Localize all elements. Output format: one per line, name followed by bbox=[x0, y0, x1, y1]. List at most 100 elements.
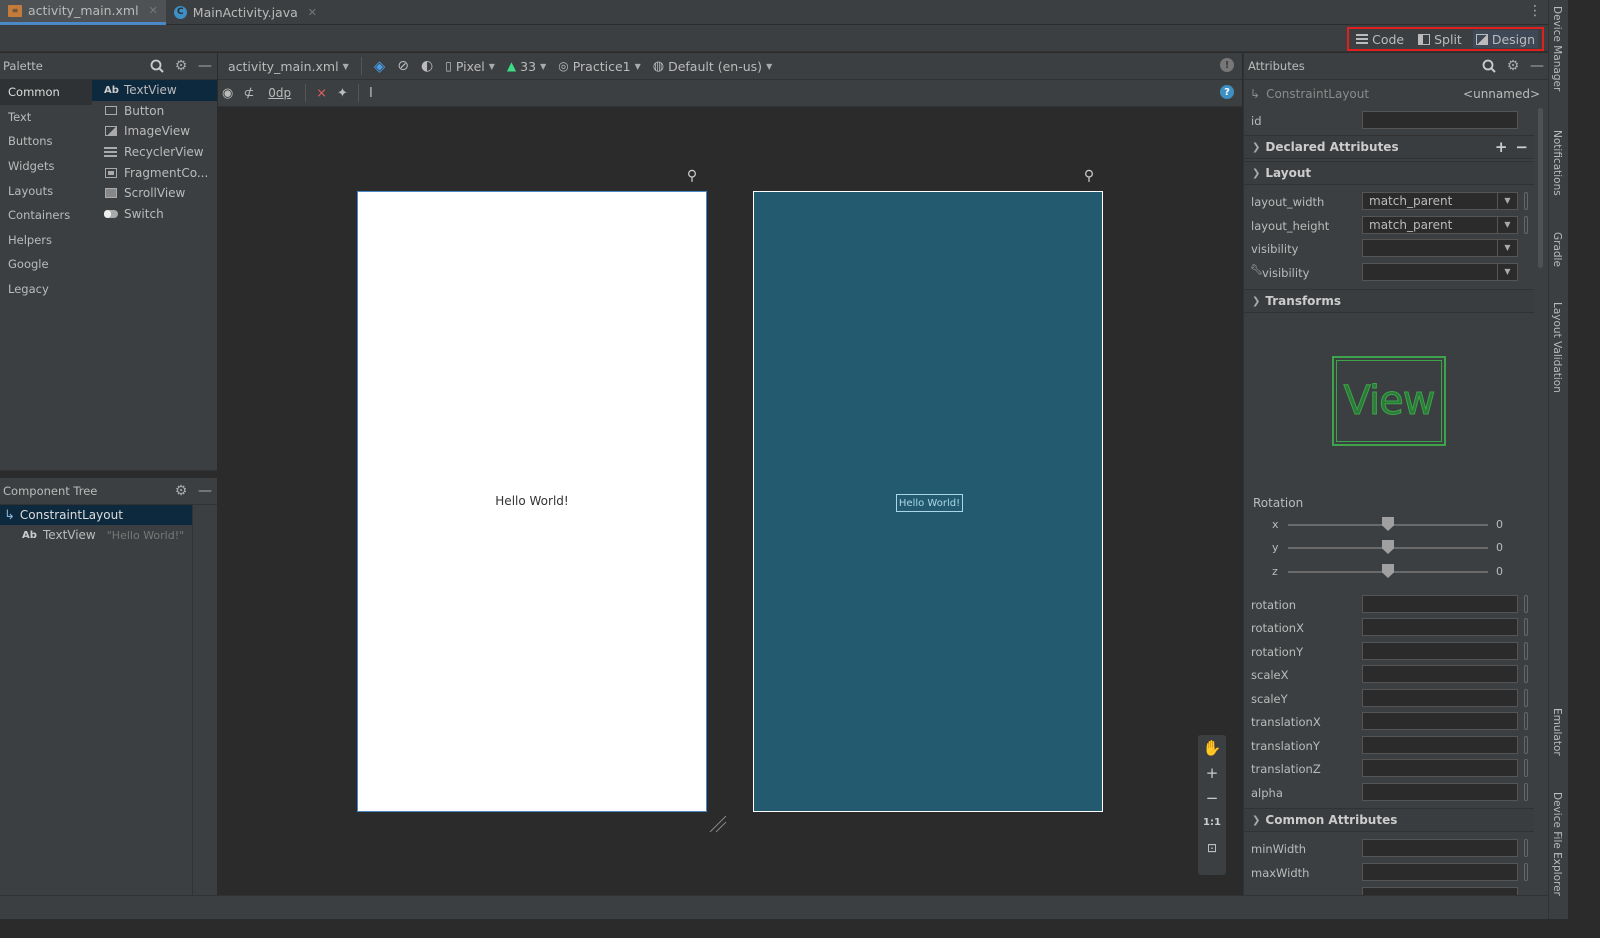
rotation-input[interactable] bbox=[1362, 595, 1518, 613]
layout-file-dropdown[interactable]: activity_main.xml ▼ bbox=[228, 59, 349, 74]
warning-icon[interactable]: ! bbox=[1220, 58, 1234, 72]
scalex-input[interactable] bbox=[1362, 665, 1518, 683]
palette-category-text[interactable]: Text bbox=[0, 105, 92, 130]
night-mode-icon[interactable]: ◐ bbox=[421, 58, 433, 74]
api-level-dropdown[interactable]: ▲ 33 ▼ bbox=[507, 59, 546, 74]
blueprint-preview-screen[interactable]: Hello World! bbox=[753, 191, 1103, 812]
zoom-in-icon[interactable]: + bbox=[1198, 760, 1226, 785]
remove-attribute-icon[interactable]: − bbox=[1515, 138, 1528, 156]
palette-category-widgets[interactable]: Widgets bbox=[0, 154, 92, 179]
layout-validation-tab[interactable]: Layout Validation bbox=[1551, 302, 1563, 393]
search-icon[interactable] bbox=[1477, 56, 1501, 76]
minimize-icon[interactable]: — bbox=[1525, 56, 1548, 76]
layout-width-select[interactable]: match_parent ▼ bbox=[1362, 192, 1518, 210]
device-file-explorer-tab[interactable]: Device File Explorer bbox=[1551, 792, 1563, 896]
palette-category-containers[interactable]: Containers bbox=[0, 203, 92, 228]
gear-icon[interactable]: ⚙ bbox=[169, 481, 193, 501]
palette-category-google[interactable]: Google bbox=[0, 252, 92, 277]
infer-constraints-icon[interactable]: ✦ bbox=[337, 86, 348, 101]
clear-constraints-icon[interactable]: ⨯ bbox=[316, 86, 327, 101]
rotation-y-slider[interactable] bbox=[1288, 540, 1488, 554]
palette-category-legacy[interactable]: Legacy bbox=[0, 277, 92, 302]
minimize-icon[interactable]: — bbox=[193, 481, 217, 501]
section-declared-attributes[interactable]: ❯ Declared Attributes + − bbox=[1244, 135, 1534, 159]
palette-item-scrollview[interactable]: ScrollView bbox=[92, 183, 217, 204]
slider-thumb[interactable] bbox=[1382, 540, 1394, 554]
resource-binding-icon[interactable] bbox=[1524, 689, 1528, 707]
tools-visibility-select[interactable]: ▼ bbox=[1362, 263, 1518, 281]
resource-binding-icon[interactable] bbox=[1524, 863, 1528, 881]
palette-item-switch[interactable]: Switch bbox=[92, 204, 217, 225]
search-icon[interactable] bbox=[145, 56, 169, 76]
tab-main-activity-java[interactable]: C MainActivity.java ✕ bbox=[166, 0, 325, 25]
id-input[interactable] bbox=[1362, 111, 1518, 129]
orientation-icon[interactable]: ⊘ bbox=[397, 58, 409, 74]
rotation-x-slider[interactable] bbox=[1288, 517, 1488, 531]
layout-height-select[interactable]: match_parent ▼ bbox=[1362, 216, 1518, 234]
palette-category-helpers[interactable]: Helpers bbox=[0, 228, 92, 253]
palette-category-common[interactable]: Common bbox=[0, 80, 92, 105]
help-icon[interactable]: ? bbox=[1220, 85, 1234, 99]
palette-item-button[interactable]: Button bbox=[92, 101, 217, 122]
palette-item-fragmentcontainer[interactable]: FragmentCo... bbox=[92, 162, 217, 183]
pin-icon[interactable]: ⚲ bbox=[686, 168, 698, 184]
resource-binding-icon[interactable] bbox=[1524, 642, 1528, 660]
rotationy-input[interactable] bbox=[1362, 642, 1518, 660]
default-margin-dropdown[interactable]: 0dp bbox=[264, 86, 295, 100]
slider-thumb[interactable] bbox=[1382, 564, 1394, 578]
palette-category-layouts[interactable]: Layouts bbox=[0, 178, 92, 203]
resource-binding-icon[interactable] bbox=[1524, 216, 1528, 234]
panel-splitter[interactable] bbox=[0, 470, 217, 478]
code-mode-button[interactable]: Code bbox=[1353, 30, 1407, 48]
next-attribute-input[interactable] bbox=[1362, 887, 1518, 895]
resource-binding-icon[interactable] bbox=[1524, 618, 1528, 636]
scaley-input[interactable] bbox=[1362, 689, 1518, 707]
resource-binding-icon[interactable] bbox=[1524, 595, 1528, 613]
section-common-attributes[interactable]: ❯ Common Attributes bbox=[1244, 808, 1534, 832]
resource-binding-icon[interactable] bbox=[1524, 736, 1528, 754]
pan-hand-icon[interactable]: ✋ bbox=[1198, 735, 1226, 760]
palette-item-imageview[interactable]: ImageView bbox=[92, 121, 217, 142]
device-manager-tab[interactable]: Device Manager bbox=[1551, 6, 1563, 91]
notifications-tab[interactable]: Notifications bbox=[1551, 130, 1563, 196]
add-attribute-icon[interactable]: + bbox=[1495, 138, 1508, 156]
close-tab-icon[interactable]: ✕ bbox=[308, 6, 317, 19]
slider-thumb[interactable] bbox=[1382, 517, 1394, 531]
rotationx-input[interactable] bbox=[1362, 618, 1518, 636]
autoconnect-off-icon[interactable]: ⊄ bbox=[243, 86, 254, 101]
minimize-icon[interactable]: — bbox=[193, 56, 217, 76]
design-preview-screen[interactable]: Hello World! bbox=[357, 191, 707, 812]
guidelines-icon[interactable]: I bbox=[369, 86, 373, 101]
resource-binding-icon[interactable] bbox=[1524, 665, 1528, 683]
zoom-out-icon[interactable]: − bbox=[1198, 785, 1226, 810]
gear-icon[interactable]: ⚙ bbox=[169, 56, 193, 76]
locale-dropdown[interactable]: ◍ Default (en-us) ▼ bbox=[653, 59, 772, 74]
alpha-input[interactable] bbox=[1362, 783, 1518, 801]
zoom-actual-size-button[interactable]: 1:1 bbox=[1198, 810, 1226, 835]
resource-binding-icon[interactable] bbox=[1524, 712, 1528, 730]
resource-binding-icon[interactable] bbox=[1524, 192, 1528, 210]
close-tab-icon[interactable]: ✕ bbox=[149, 4, 158, 17]
hello-world-textview[interactable]: Hello World! bbox=[358, 494, 706, 508]
section-transforms[interactable]: ❯ Transforms bbox=[1244, 289, 1534, 313]
maxwidth-input[interactable] bbox=[1362, 863, 1518, 881]
gradle-tab[interactable]: Gradle bbox=[1551, 232, 1563, 267]
pin-icon[interactable]: ⚲ bbox=[1083, 168, 1095, 184]
theme-dropdown[interactable]: ◎ Practice1 ▼ bbox=[558, 59, 641, 74]
resource-binding-icon[interactable] bbox=[1524, 759, 1528, 777]
zoom-to-fit-icon[interactable]: ⊡ bbox=[1198, 835, 1226, 860]
palette-category-buttons[interactable]: Buttons bbox=[0, 129, 92, 154]
section-layout[interactable]: ❯ Layout bbox=[1244, 161, 1534, 185]
view-options-icon[interactable]: ◉ bbox=[222, 86, 233, 101]
attributes-scrollbar[interactable] bbox=[1538, 108, 1546, 888]
design-mode-button[interactable]: Design bbox=[1472, 30, 1538, 48]
hello-world-blueprint[interactable]: Hello World! bbox=[896, 494, 963, 512]
device-dropdown[interactable]: ▯ Pixel ▼ bbox=[445, 59, 495, 74]
translationz-input[interactable] bbox=[1362, 759, 1518, 777]
tree-node-constraintlayout[interactable]: ↳ ConstraintLayout bbox=[0, 505, 192, 525]
translationx-input[interactable] bbox=[1362, 712, 1518, 730]
split-mode-button[interactable]: Split bbox=[1415, 30, 1465, 48]
emulator-tab[interactable]: Emulator bbox=[1551, 708, 1563, 756]
layers-icon[interactable]: ◈ bbox=[374, 57, 386, 75]
rotation-z-slider[interactable] bbox=[1288, 564, 1488, 578]
